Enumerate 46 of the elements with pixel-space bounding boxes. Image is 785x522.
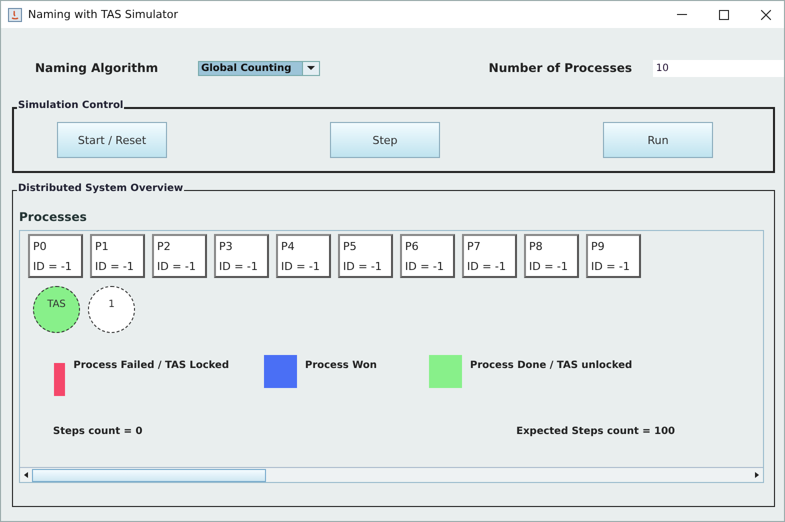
control-button[interactable]: Step [330,122,440,158]
process-name: P3 [219,240,234,252]
process-id: ID = -1 [591,260,631,272]
maximize-icon[interactable] [719,10,729,20]
window-title: Naming with TAS Simulator [28,8,178,21]
close-icon[interactable] [761,10,771,20]
register-circle: TAS [33,286,80,333]
process-id: ID = -1 [95,260,135,272]
process-count-field[interactable]: 10 [653,60,784,76]
scrollbar-thumb[interactable] [32,469,266,482]
process-count-label: Number of Processes [488,61,632,75]
group-title: Distributed System Overview [17,183,184,194]
process-id: ID = -1 [467,260,507,272]
processes-heading: Processes [19,210,88,224]
process-id: ID = -1 [529,260,569,272]
process-name: P9 [591,240,606,252]
process-name: P5 [343,240,358,252]
process-name: P8 [529,240,544,252]
control-button[interactable]: Start / Reset [57,122,167,158]
algorithm-dropdown[interactable]: Global Counting [198,60,320,76]
process-name: P7 [467,240,482,252]
scroll-right-icon[interactable] [755,472,759,478]
process-id: ID = -1 [405,260,445,272]
group-title: Simulation Control [17,100,124,111]
process-id: ID = -1 [219,260,259,272]
process-name: P6 [405,240,420,252]
process-id: ID = -1 [33,260,73,272]
control-button[interactable]: Run [603,122,713,158]
legend-label: Process Done / TAS unlocked [470,360,632,371]
register-circle: 1 [88,286,135,333]
process-name: P0 [33,240,48,252]
process-id: ID = -1 [281,260,321,272]
process-name: P2 [157,240,172,252]
horizontal-scrollbar[interactable] [20,467,763,482]
legend-label: Process Failed / TAS Locked [73,360,229,371]
process-name: P1 [95,240,110,252]
app-icon [8,8,22,22]
process-name: P4 [281,240,296,252]
scroll-left-icon[interactable] [24,472,28,478]
process-id: ID = -1 [343,260,383,272]
expected-steps-count: Expected Steps count = 100 [516,426,675,437]
legend-label: Process Won [305,360,377,371]
dropdown-arrow-icon [306,66,315,70]
naming-algorithm-label: Naming Algorithm [35,61,158,75]
steps-count: Steps count = 0 [53,426,142,437]
process-id: ID = -1 [157,260,197,272]
